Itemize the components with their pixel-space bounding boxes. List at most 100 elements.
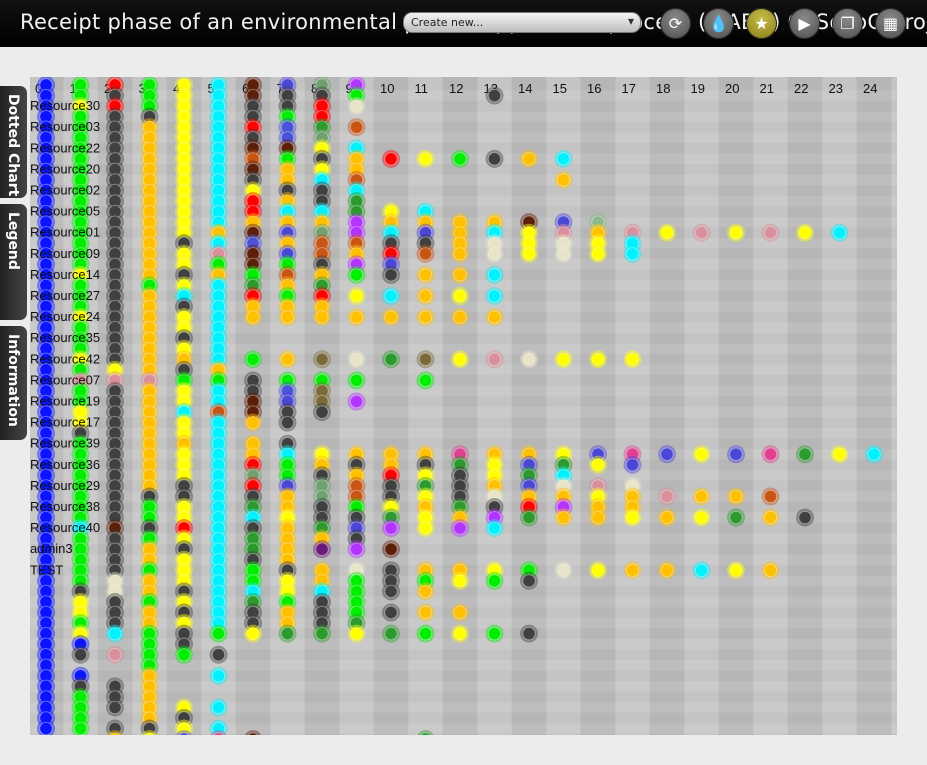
copy-icon[interactable]: ❐ <box>832 8 863 39</box>
event-dot <box>867 447 881 461</box>
event-dot <box>384 289 398 303</box>
y-axis-label: Resource05 <box>30 204 100 219</box>
refresh-icon[interactable]: ⟳ <box>660 8 691 39</box>
row-band <box>30 195 897 207</box>
event-dot <box>522 510 536 525</box>
y-axis-label: Resource14 <box>30 267 100 282</box>
event-dot <box>694 447 709 461</box>
event-dot <box>625 563 640 577</box>
tab-information[interactable]: Information <box>0 326 27 440</box>
event-dot <box>349 289 364 303</box>
event-dot <box>591 247 605 261</box>
row-band <box>30 702 897 713</box>
event-dot <box>660 510 674 525</box>
row-band <box>30 406 897 418</box>
event-dot <box>763 563 778 577</box>
event-dot <box>418 289 433 303</box>
event-dot <box>349 268 364 282</box>
event-dot <box>349 542 364 556</box>
event-dot <box>418 268 433 282</box>
event-dot <box>625 247 640 261</box>
event-dot <box>418 373 433 388</box>
event-dot <box>349 310 364 324</box>
y-axis-label: Resource38 <box>30 499 100 514</box>
event-dot <box>349 373 364 388</box>
x-tick-label: 24 <box>863 81 877 96</box>
event-dot <box>694 226 709 240</box>
y-axis-label: Resource17 <box>30 415 100 430</box>
event-dot <box>763 489 778 504</box>
event-dot <box>556 173 571 187</box>
event-dot <box>832 226 847 240</box>
event-dot <box>763 510 778 525</box>
star-icon[interactable]: ★ <box>746 8 777 39</box>
event-dot <box>384 152 398 166</box>
event-dot <box>625 352 640 366</box>
event-dot <box>315 310 329 324</box>
event-dot <box>556 152 571 166</box>
event-dot <box>246 352 260 366</box>
event-dot <box>211 700 226 715</box>
event-dot <box>418 247 433 261</box>
event-dot <box>729 447 743 461</box>
row-band <box>30 723 897 734</box>
y-axis-label: TEST <box>30 562 63 577</box>
event-dot <box>384 352 398 366</box>
create-new-select[interactable]: Create new... ▾ <box>403 12 641 33</box>
event-dot <box>556 563 571 577</box>
event-dot <box>384 310 398 324</box>
event-dot <box>729 226 743 240</box>
play-icon[interactable]: ▶ <box>789 8 820 39</box>
chevron-down-icon: ▾ <box>627 14 634 28</box>
event-dot <box>177 648 191 662</box>
event-dot <box>73 721 88 735</box>
drop-icon[interactable]: 💧 <box>703 8 734 39</box>
y-axis-label: Resource09 <box>30 246 100 261</box>
event-dot <box>522 626 536 641</box>
event-dot <box>660 563 674 577</box>
event-dot <box>453 289 467 303</box>
event-dot <box>315 542 329 556</box>
x-tick-label: 19 <box>691 81 705 96</box>
event-dot <box>522 152 536 166</box>
event-dot <box>384 521 398 535</box>
event-dot <box>73 648 88 662</box>
event-dot <box>487 152 502 166</box>
event-dot <box>763 226 778 240</box>
event-dot <box>591 458 605 472</box>
grid-icon[interactable]: ▦ <box>875 8 906 39</box>
tab-legend[interactable]: Legend <box>0 204 27 320</box>
event-dot <box>763 447 778 461</box>
event-dot <box>384 268 398 282</box>
row-band <box>30 659 897 671</box>
event-dot <box>625 458 640 472</box>
event-dot <box>384 584 398 599</box>
dotted-chart[interactable]: 0 1 2 3 4 5 6 7 8 9 10 11 12 13 14 15 16 17 18 19 20 21 22 23 24… <box>30 77 897 735</box>
tab-dotted-chart[interactable]: Dotted Chart <box>0 86 27 198</box>
event-dot <box>418 521 433 535</box>
x-tick-label: 22 <box>794 81 808 96</box>
tab-legend-label: Legend <box>5 212 21 270</box>
event-dot <box>453 521 467 535</box>
event-dot <box>453 574 467 588</box>
y-axis-label: Resource39 <box>30 436 100 451</box>
y-axis-label: Resource29 <box>30 478 100 493</box>
event-dot <box>522 352 536 366</box>
event-dot <box>418 352 433 366</box>
event-dot <box>660 226 674 240</box>
event-dot <box>453 152 467 166</box>
y-axis-label: Resource22 <box>30 140 100 155</box>
x-tick-label: 17 <box>622 81 636 96</box>
event-dot <box>108 626 122 641</box>
event-dot <box>556 510 571 525</box>
event-dot <box>487 247 502 261</box>
event-dot <box>246 415 260 430</box>
event-dot <box>729 563 743 577</box>
event-dot <box>625 510 640 525</box>
y-axis-label: Resource27 <box>30 288 100 303</box>
event-dot <box>315 626 329 641</box>
event-dot <box>591 352 605 366</box>
row-band <box>30 681 897 692</box>
event-dot <box>418 584 433 599</box>
event-dot <box>39 721 53 735</box>
